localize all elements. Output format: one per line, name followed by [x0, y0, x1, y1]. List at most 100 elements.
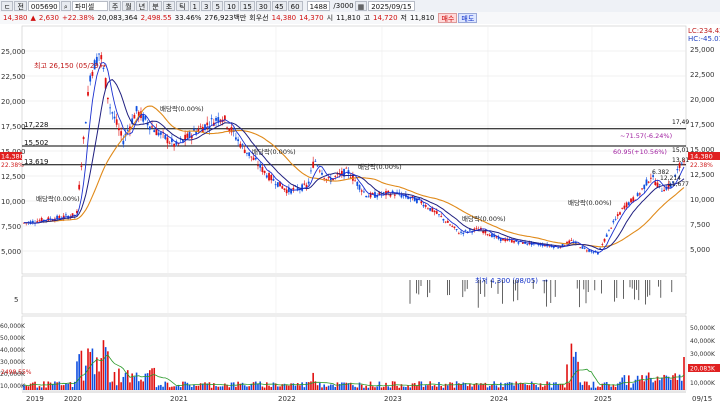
candle-body	[65, 214, 67, 216]
lc-label: LC:234.42	[688, 27, 720, 35]
mode-button[interactable]: ㄷ	[1, 1, 14, 11]
quote-p1: 14,380	[271, 14, 297, 22]
volume-bar	[581, 384, 584, 390]
volume-bar	[658, 380, 661, 390]
candle-body	[281, 186, 284, 189]
candle-body	[199, 126, 202, 128]
volume-bar	[431, 386, 434, 390]
volume-bar	[195, 385, 197, 390]
candle-body	[400, 194, 403, 198]
volume-bar	[528, 385, 531, 390]
volume-bar	[499, 382, 502, 390]
volume-bar	[321, 387, 323, 390]
volume-bar	[546, 381, 548, 390]
volume-bar	[460, 384, 462, 390]
volume-tick: 50,000K	[690, 325, 716, 332]
search-icon[interactable]: ⌕	[60, 1, 71, 11]
candle-body	[87, 92, 89, 96]
volume-bar	[175, 386, 178, 390]
period-minute[interactable]: 분	[149, 1, 162, 11]
minute-10[interactable]: 10	[223, 1, 239, 11]
candle-body	[579, 247, 582, 249]
volume-bar	[517, 383, 520, 390]
period-week[interactable]: 주	[108, 1, 122, 11]
volume-bar	[402, 386, 405, 390]
volume-bar	[533, 383, 535, 390]
price-tick: 5,000	[1, 248, 21, 256]
volume-bar	[186, 382, 189, 390]
price-tick: 7,500	[690, 221, 710, 229]
sell-button[interactable]: 매도	[458, 13, 478, 23]
minute-45[interactable]: 45	[271, 1, 287, 11]
volume-bar	[104, 347, 107, 390]
period-second[interactable]: 초	[162, 1, 176, 11]
minute-15[interactable]: 15	[239, 1, 255, 11]
volume-bar	[23, 384, 25, 390]
volume-bar	[89, 351, 92, 390]
stock-chart[interactable]: 25,000 22,500 20,000 17,500 15,000 12,50…	[0, 24, 720, 404]
candle-body	[252, 157, 255, 160]
price-tick: 22,500	[1, 73, 26, 81]
volume-bar	[82, 380, 85, 390]
period-month[interactable]: 월	[122, 1, 135, 11]
price-tick: 22,500	[690, 71, 715, 79]
current-pct-left: 22.38%	[1, 162, 24, 169]
volume-bar	[323, 384, 326, 390]
mini-stat: 11,677	[668, 181, 689, 188]
volume-bar	[76, 361, 78, 390]
period-tick[interactable]: 틱	[176, 1, 189, 11]
candle-body	[135, 106, 138, 112]
volume-bar	[515, 381, 518, 390]
candle-body	[210, 118, 213, 120]
volume-bar	[427, 385, 429, 390]
candle-body	[623, 205, 626, 209]
volume-bar	[47, 381, 50, 390]
volume-bar	[285, 385, 288, 390]
candle-body	[654, 181, 657, 186]
volume-bar	[433, 385, 436, 390]
buy-button[interactable]: 매수	[438, 13, 458, 23]
volume-bar	[568, 382, 571, 390]
volume-bar	[111, 381, 114, 390]
volume-bar	[579, 382, 582, 390]
volume-bar	[334, 386, 337, 390]
candle-body	[438, 214, 440, 216]
minute-5[interactable]: 5	[212, 1, 223, 11]
candle-body	[358, 185, 361, 190]
volume-bar	[486, 387, 489, 390]
code-input[interactable]: 005690	[27, 1, 60, 11]
candle-body	[663, 189, 666, 192]
volume-bar	[182, 381, 184, 390]
date-input[interactable]: 2025/09/15	[368, 1, 415, 11]
candle-body	[365, 195, 368, 198]
minute-1[interactable]: 1	[189, 1, 201, 11]
candle-body	[446, 220, 449, 223]
volume-bar	[555, 382, 557, 390]
price-tick: 25,000	[1, 48, 26, 56]
market-button[interactable]: 전	[14, 1, 27, 11]
minute-60[interactable]: 60	[287, 1, 303, 11]
minute-30[interactable]: 30	[255, 1, 271, 11]
volume-bar	[632, 383, 635, 390]
volume-bar	[177, 385, 180, 390]
date-picker-icon[interactable]: ▦	[354, 1, 368, 11]
volume-bar	[597, 386, 599, 390]
candle-body	[643, 184, 646, 190]
stock-name[interactable]: 파미셀	[71, 1, 108, 11]
volume-bar	[416, 386, 418, 390]
candle-body	[449, 224, 451, 226]
volume-bar	[643, 381, 646, 390]
volume-bar	[683, 357, 685, 390]
minute-3[interactable]: 3	[201, 1, 212, 11]
volume-bar	[449, 382, 451, 390]
volume-bar	[469, 383, 471, 390]
volume-bar	[38, 386, 41, 390]
volume-bar	[577, 361, 579, 390]
count-input[interactable]: 1488	[306, 1, 331, 11]
candle-body	[345, 167, 348, 169]
volume-bar	[43, 381, 45, 390]
volume-bar	[341, 382, 343, 390]
volume-bar	[389, 387, 392, 390]
candle-body	[312, 161, 315, 168]
period-year[interactable]: 년	[135, 1, 149, 11]
